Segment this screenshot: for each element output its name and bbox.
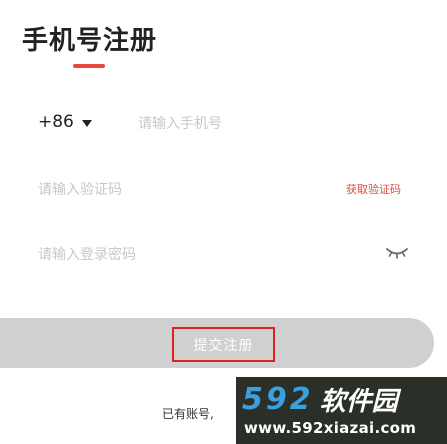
submit-register-label[interactable]: 提交注册 [172,327,275,362]
register-page: 手机号注册 +86 获取验证码 提交注册 已有账号, 592 软件园 www.5… [0,0,447,444]
country-code-selector[interactable]: +86 [38,112,92,132]
verification-code-input[interactable] [38,178,288,202]
title-underline [73,64,105,68]
password-input[interactable] [38,243,338,267]
get-code-button[interactable]: 获取验证码 [346,181,401,197]
eye-closed-icon[interactable] [385,243,409,261]
phone-input[interactable] [138,112,418,136]
country-code-value: +86 [38,112,74,132]
watermark-digits: 592 [242,382,314,417]
watermark-brand: 软件园 [319,387,398,417]
has-account-text: 已有账号, [162,407,214,421]
watermark-logo: 592 软件园 www.592xiazai.com [236,377,447,444]
caret-down-icon [81,119,92,127]
page-title: 手机号注册 [22,26,158,56]
watermark-url: www.592xiazai.com [244,419,417,437]
